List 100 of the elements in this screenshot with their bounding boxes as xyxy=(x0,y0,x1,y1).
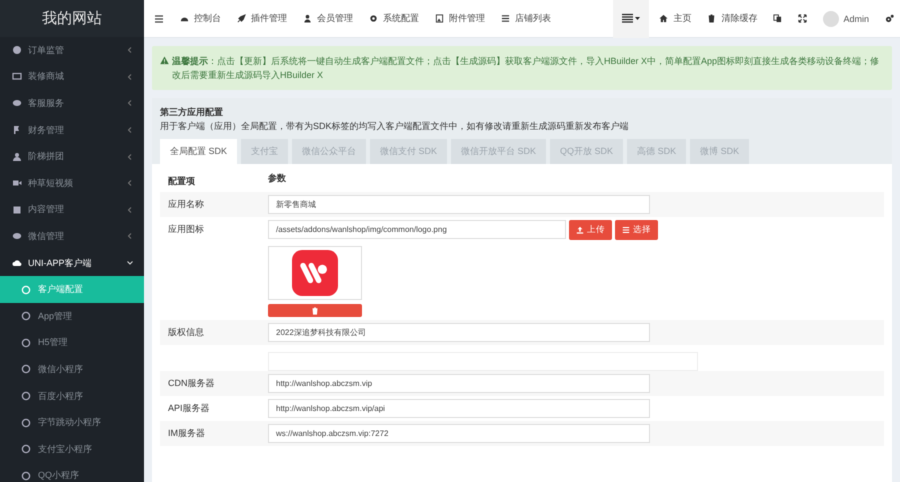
sidebar-subitem[interactable]: H5管理 xyxy=(0,330,144,356)
input-field[interactable]: 新零售商城 xyxy=(268,195,650,214)
input-field[interactable]: 2022深追梦科技有限公司 xyxy=(268,323,650,342)
sidebar-item[interactable]: UNI-APP客户端 xyxy=(0,250,144,276)
translate-icon[interactable] xyxy=(773,14,782,23)
upload-icon xyxy=(576,226,584,234)
sidebar-item-label: 订单监管 xyxy=(28,44,65,57)
sidebar-subitem-label: QQ小程序 xyxy=(38,469,80,482)
caret-icon xyxy=(126,72,134,81)
user-icon xyxy=(303,14,312,23)
caret-icon xyxy=(126,206,134,214)
sidebar-item[interactable]: 客服服务 xyxy=(0,90,144,117)
sidebar-item[interactable]: 微信管理 xyxy=(0,223,144,250)
circle-icon xyxy=(21,364,31,374)
sidebar-item-label: UNI-APP客户端 xyxy=(28,256,93,270)
nav-link[interactable]: 系统配置 xyxy=(369,12,419,25)
panel-title: 第三方应用配置 xyxy=(160,106,224,119)
input-field[interactable]: http://wanlshop.abczsm.vip xyxy=(268,374,650,393)
sidebar-item[interactable]: 阶梯拼团 xyxy=(0,143,144,170)
nav-link[interactable]: 附件管理 xyxy=(435,12,485,25)
field-label: CDN服务器 xyxy=(168,377,216,390)
delete-button[interactable] xyxy=(268,304,362,317)
input-field[interactable]: ws://wanlshop.abczsm.vip:7272 xyxy=(268,424,650,443)
caret-icon xyxy=(126,126,134,134)
home-icon xyxy=(659,14,668,23)
sidebar-item-label: 装修商城 xyxy=(28,70,65,84)
list-icon xyxy=(622,226,630,234)
input-field[interactable]: /assets/addons/wanlshop/img/common/logo.png xyxy=(268,220,566,239)
select-button[interactable]: 选择 xyxy=(615,220,658,240)
panel-subtitle: 用于客户端（应用）全局配置，带有为SDK标签的均写入客户端配置文件中，如有修改请重新生成源码重新发布客户端 xyxy=(160,120,630,133)
sidebar-item[interactable]: 订单监管 xyxy=(0,37,144,64)
sidebar-subitem[interactable]: 微信小程序 xyxy=(0,356,144,383)
sidebar-subitem[interactable]: 百度小程序 xyxy=(0,382,144,410)
circle-icon xyxy=(21,338,31,348)
tip-text: 温馨提示：点击【更新】后系统将一键自动生成客户端配置文件；点击【生成源码】获取客户端源文件，导入HBuilder X中，简单配置App图标即刻直接生成各类移动设备终端；修改后需要重新生成源码导入HBuilder X xyxy=(172,55,880,82)
sidebar-subitem[interactable]: 支付宝小程序 xyxy=(0,436,144,462)
sidebar-item-label: 阶梯拼团 xyxy=(28,150,65,164)
nav-link[interactable]: 清除缓存 xyxy=(707,12,758,25)
rocket-icon xyxy=(237,14,246,23)
sidebar-item[interactable]: 装修商城 xyxy=(0,64,144,90)
flag-icon xyxy=(12,125,22,136)
menu-icon[interactable] xyxy=(154,14,164,24)
image-icon xyxy=(435,14,444,23)
chat-icon xyxy=(12,231,22,242)
monitor-icon xyxy=(12,72,22,82)
sidebar-subitem-label: 百度小程序 xyxy=(38,390,83,403)
trash-icon xyxy=(311,306,319,314)
sidebar-subitem[interactable]: 字节跳动小程序 xyxy=(0,409,144,436)
sidebar-subitem-label: 字节跳动小程序 xyxy=(38,416,101,430)
nav-link[interactable]: 会员管理 xyxy=(303,12,353,25)
column-header: 参数 xyxy=(268,172,286,185)
nav-link[interactable]: 控制台 xyxy=(180,12,221,25)
layout-dropdown[interactable] xyxy=(613,0,650,38)
circle-icon xyxy=(21,444,31,454)
cloud-icon xyxy=(12,258,22,268)
sidebar-item-label: 微信管理 xyxy=(28,230,65,243)
field-label: 应用图标 xyxy=(168,223,205,236)
sidebar-subitem-label: 微信小程序 xyxy=(38,362,83,376)
fullscreen-icon[interactable] xyxy=(798,14,808,23)
caret-icon xyxy=(126,152,134,161)
nav-link[interactable]: 店铺列表 xyxy=(501,12,551,25)
sidebar-subitem-label: 支付宝小程序 xyxy=(38,442,92,456)
tab[interactable]: 全局配置 SDK xyxy=(160,139,238,164)
caret-icon xyxy=(126,179,134,188)
list-icon xyxy=(501,14,510,23)
column-header: 配置项 xyxy=(168,175,196,188)
video-icon xyxy=(12,178,22,188)
field-label: 应用名称 xyxy=(168,198,205,211)
sidebar-item[interactable]: 财务管理 xyxy=(0,116,144,144)
caret-icon xyxy=(126,232,134,240)
sidebar-subitem[interactable]: App管理 xyxy=(0,302,144,330)
caret-icon xyxy=(126,46,134,54)
circle-icon xyxy=(21,311,31,322)
sidebar-item-label: 内容管理 xyxy=(28,203,65,216)
upload-button[interactable]: 上传 xyxy=(569,220,612,240)
sidebar-item-label: 财务管理 xyxy=(28,124,65,137)
nav-link[interactable]: 插件管理 xyxy=(237,12,287,25)
sidebar-subitem-label: App管理 xyxy=(38,310,72,323)
caret-icon xyxy=(126,259,134,268)
circle-icon xyxy=(21,391,31,402)
sidebar-subitem[interactable]: QQ小程序 xyxy=(0,462,144,482)
field-label: 版权信息 xyxy=(168,326,205,339)
site-title: 我的网站 xyxy=(0,0,144,37)
sidebar-item-label: 种草短视频 xyxy=(28,176,74,190)
trash-icon xyxy=(707,14,716,23)
settings-icon[interactable] xyxy=(885,14,894,23)
field-label: IM服务器 xyxy=(168,427,206,440)
app-logo-icon xyxy=(292,250,338,296)
sidebar-subitem-label: H5管理 xyxy=(38,336,68,350)
warning-icon xyxy=(160,56,169,65)
sidebar-item[interactable]: 种草短视频 xyxy=(0,170,144,197)
input-field[interactable]: http://wanlshop.abczsm.vip/api xyxy=(268,399,650,418)
circle-icon xyxy=(21,418,31,428)
user-name[interactable]: Admin xyxy=(843,14,869,24)
sidebar-item[interactable]: 内容管理 xyxy=(0,196,144,224)
sidebar-subitem-label: 客户端配置 xyxy=(38,283,83,296)
field-label: API服务器 xyxy=(168,402,211,415)
nav-link[interactable]: 主页 xyxy=(659,12,692,25)
chat-icon xyxy=(12,98,22,108)
circle-icon xyxy=(21,284,31,295)
